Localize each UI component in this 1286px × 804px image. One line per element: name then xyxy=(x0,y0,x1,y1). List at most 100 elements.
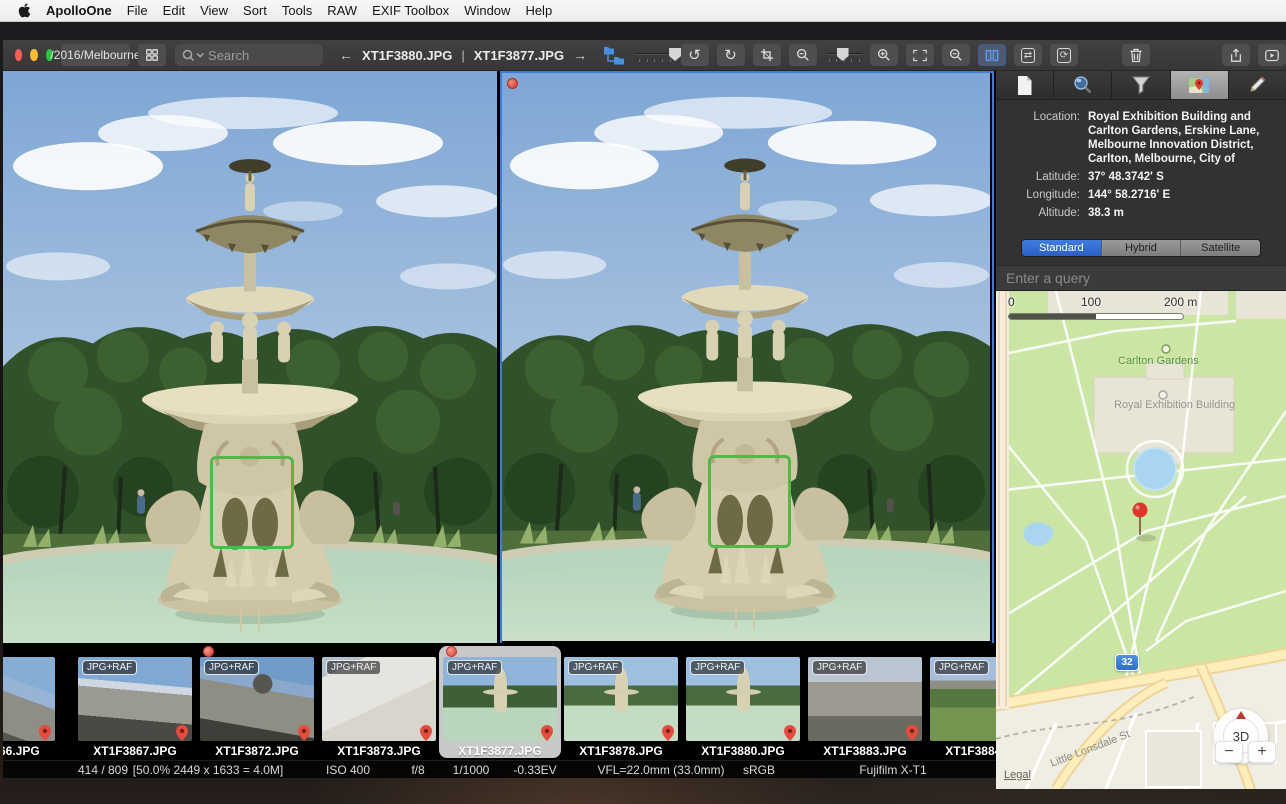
scale-hundred: 100 xyxy=(1081,295,1101,309)
menu-bar: ApolloOne File Edit View Sort Tools RAW … xyxy=(0,0,1286,22)
map-zoom-controls: − + xyxy=(1215,741,1276,763)
zoom-out-button[interactable] xyxy=(942,44,970,66)
map-query-input[interactable] xyxy=(996,266,1286,290)
menu-item-raw[interactable]: RAW xyxy=(327,3,357,18)
minimize-window-button[interactable] xyxy=(30,49,37,61)
filmstrip-item[interactable]: JPG+RAFXT1F3883.JPG xyxy=(804,646,926,758)
zoom-level-slider[interactable] xyxy=(827,48,862,62)
next-file-arrow[interactable]: → xyxy=(573,47,587,63)
compass-north-icon xyxy=(1236,711,1246,719)
geotag-pin xyxy=(906,725,918,746)
scale-zero: 0 xyxy=(1008,295,1015,309)
geotag-pin-icon xyxy=(176,725,188,741)
photo-pane-right[interactable] xyxy=(500,71,994,645)
latitude-label: Latitude: xyxy=(996,170,1088,184)
trash-button[interactable] xyxy=(1122,44,1150,66)
geotag-pin-icon xyxy=(420,725,432,741)
filmstrip-item[interactable]: JPG+RAFXT1F3878.JPG xyxy=(560,646,682,758)
status-item: VFL=22.0mm (33.0mm) xyxy=(597,763,724,777)
thumbnail-size-slider[interactable] xyxy=(637,48,672,62)
swap-images-button[interactable]: ⇄ xyxy=(1014,44,1042,66)
geotag-pin-icon xyxy=(39,725,51,741)
filmstrip-item[interactable]: JPG+RAFXT1F3884.JPG xyxy=(926,646,996,758)
screen: ApolloOne File Edit View Sort Tools RAW … xyxy=(0,0,1286,804)
slideshow-play-button[interactable] xyxy=(1258,44,1286,66)
map-mode-hybrid[interactable]: Hybrid xyxy=(1102,240,1182,256)
share-button[interactable] xyxy=(1222,44,1250,66)
filmstrip-item[interactable]: JPG+RAFXT1F3872.JPG xyxy=(196,646,318,758)
menu-item-view[interactable]: View xyxy=(200,3,228,18)
tab-search[interactable] xyxy=(1054,71,1112,99)
folder-tree-icon[interactable] xyxy=(601,43,627,67)
menu-item-appname[interactable]: ApolloOne xyxy=(46,3,112,18)
rotate-right-button[interactable]: ↻ xyxy=(717,44,745,66)
geotag-pin xyxy=(176,725,188,746)
filmstrip-item[interactable]: JPG+RAFXT1F3880.JPG xyxy=(682,646,804,758)
map-query-row xyxy=(996,265,1286,291)
menu-item-file[interactable]: File xyxy=(127,3,148,18)
filmstrip-item[interactable]: JPG+RAFXT1F3873.JPG xyxy=(318,646,440,758)
location-row: Location: Royal Exhibition Building and … xyxy=(996,110,1276,166)
funnel-icon xyxy=(1131,75,1151,95)
search-field xyxy=(175,44,323,66)
filmstrip-item[interactable]: XT1F3866.JPG xyxy=(3,646,59,758)
inspector-sidebar: Location: Royal Exhibition Building and … xyxy=(996,71,1286,770)
map-mode-satellite[interactable]: Satellite xyxy=(1181,240,1260,256)
pencil-icon xyxy=(1247,75,1267,95)
menu-item-window[interactable]: Window xyxy=(464,3,510,18)
focus-area-box xyxy=(210,456,294,550)
map-mode-standard[interactable]: Standard xyxy=(1022,240,1102,256)
zoom-fit-button[interactable] xyxy=(906,44,934,66)
geotag-pin xyxy=(298,725,310,746)
photo-pane-left[interactable] xyxy=(3,71,497,645)
menu-item-edit[interactable]: Edit xyxy=(163,3,185,18)
rotate-left-button[interactable]: ↺ xyxy=(681,44,709,66)
altitude-row: Altitude: 38.3 m xyxy=(996,206,1276,220)
window-toolbar: /2016/Melbourne ← XT1F3880.JPG | XT1F387… xyxy=(3,40,1286,71)
longitude-label: Longitude: xyxy=(996,188,1088,202)
zoom-out-tool-button[interactable] xyxy=(789,44,817,66)
menu-item-tools[interactable]: Tools xyxy=(282,3,312,18)
map-zoom-out-button[interactable]: − xyxy=(1215,741,1243,763)
map-label-royal-exhibition-building: Royal Exhibition Building xyxy=(1114,399,1224,411)
previous-file-arrow[interactable]: ← xyxy=(339,47,353,63)
tab-edit[interactable] xyxy=(1229,71,1286,99)
file-name-left: XT1F3880.JPG xyxy=(362,48,452,63)
status-item: 1/1000 xyxy=(453,763,490,777)
status-item: f/8 xyxy=(411,763,424,777)
gps-info: Location: Royal Exhibition Building and … xyxy=(996,100,1286,232)
search-icon xyxy=(182,49,206,62)
latitude-value: 37° 48.3742' S xyxy=(1088,170,1270,184)
format-badge: JPG+RAF xyxy=(812,660,867,675)
folder-path-button[interactable]: /2016/Melbourne xyxy=(61,44,130,66)
format-badge: JPG+RAF xyxy=(82,660,137,675)
filmstrip-item[interactable]: JPG+RAFXT1F3867.JPG xyxy=(74,646,196,758)
document-icon xyxy=(1016,75,1033,96)
geotag-pin xyxy=(420,725,432,746)
thumbnail-filename: XT1F3884.JPG xyxy=(906,744,996,758)
close-window-button[interactable] xyxy=(15,49,22,61)
tab-metadata[interactable] xyxy=(996,71,1054,99)
menu-item-help[interactable]: Help xyxy=(525,3,552,18)
tab-map[interactable] xyxy=(1171,71,1229,99)
inspector-tabs xyxy=(996,71,1286,100)
geotag-pin xyxy=(662,725,674,746)
grid-view-button[interactable] xyxy=(138,44,166,66)
apple-menu-icon[interactable] xyxy=(18,3,31,18)
geotag-pin xyxy=(541,725,553,746)
status-item: 414 / 809 xyxy=(78,763,128,777)
menu-item-exif-toolbox[interactable]: EXIF Toolbox xyxy=(372,3,449,18)
split-view-button[interactable] xyxy=(978,44,1006,66)
file-navigation: ← XT1F3880.JPG | XT1F3877.JPG → xyxy=(339,47,587,63)
tab-filter[interactable] xyxy=(1112,71,1170,99)
map-legal-link[interactable]: Legal xyxy=(1004,769,1031,781)
geotag-pin-icon xyxy=(906,725,918,741)
geotag-pin-icon xyxy=(662,725,674,741)
menu-item-sort[interactable]: Sort xyxy=(243,3,267,18)
filmstrip-item[interactable]: JPG+RAFXT1F3877.JPG xyxy=(439,646,561,758)
zoom-in-button[interactable] xyxy=(870,44,898,66)
sync-views-button[interactable]: ⟳ xyxy=(1050,44,1078,66)
crop-button[interactable] xyxy=(753,44,781,66)
map-zoom-in-button[interactable]: + xyxy=(1248,741,1276,763)
map-view[interactable]: 0 100 200 m Carlton Gardens Royal Exhibi… xyxy=(996,291,1286,789)
